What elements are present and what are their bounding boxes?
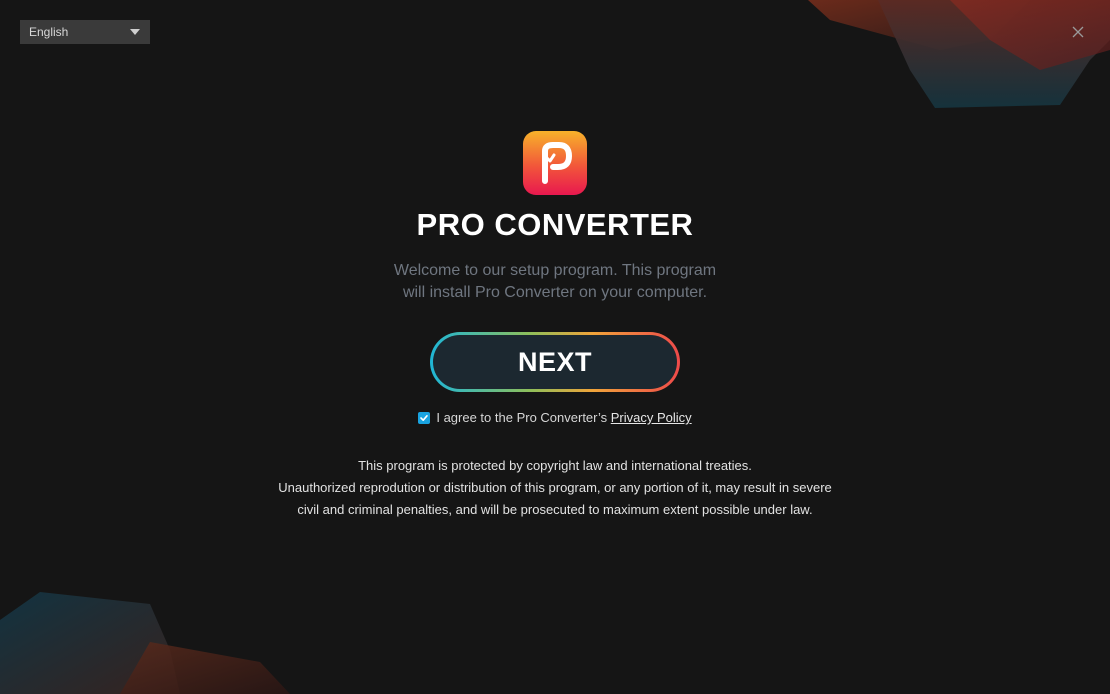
language-select-value: English (29, 25, 69, 39)
welcome-text: Welcome to our setup program. This progr… (355, 260, 755, 304)
welcome-line-2: will install Pro Converter on your compu… (402, 284, 708, 301)
decorative-shapes-top (808, 0, 1110, 108)
next-button[interactable]: NEXT (430, 332, 680, 392)
pro-converter-logo-icon (523, 131, 587, 195)
close-icon (1072, 26, 1084, 38)
app-title: PRO CONVERTER (416, 207, 694, 242)
close-button[interactable] (1070, 24, 1086, 40)
checkmark-icon (420, 414, 429, 421)
chevron-down-icon (130, 29, 140, 35)
welcome-line-1: Welcome to our setup program. This progr… (393, 262, 717, 279)
legal-line-1: This program is protected by copyright l… (358, 458, 752, 473)
legal-notice: This program is protected by copyright l… (200, 455, 910, 521)
legal-line-3: civil and criminal penalties, and will b… (297, 502, 813, 517)
privacy-agree-checkbox[interactable] (418, 411, 431, 424)
next-button-label: NEXT (433, 335, 677, 389)
privacy-policy-link[interactable]: Privacy Policy (611, 410, 692, 425)
legal-line-2: Unauthorized reprodution or distribution… (278, 480, 832, 495)
language-select[interactable]: English (20, 20, 150, 44)
installer-window: English PRO CONVERTER Welcome to our set… (0, 0, 1110, 694)
decorative-shapes-bottom (0, 592, 290, 694)
agreement-text: I agree to the Pro Converter’s (436, 410, 611, 425)
agreement-row: I agree to the Pro Converter’s Privacy P… (0, 409, 1110, 427)
